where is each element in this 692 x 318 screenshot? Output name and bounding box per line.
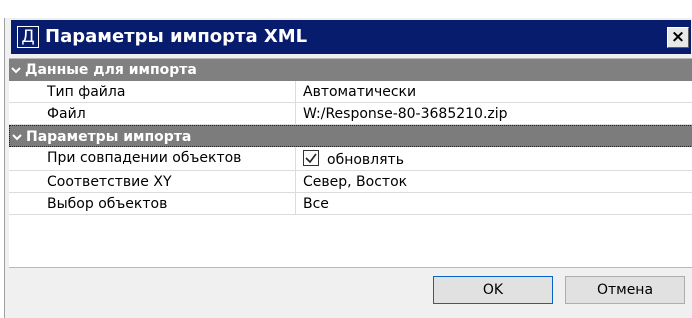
window-title: Параметры импорта XML [45, 26, 308, 47]
property-value[interactable]: Автоматически [303, 81, 416, 103]
ok-button[interactable]: OK [433, 276, 553, 304]
cancel-button[interactable]: Отмена [565, 276, 685, 304]
chevron-down-icon [12, 134, 22, 141]
section-header-import-data[interactable]: Данные для импорта [9, 59, 692, 81]
column-divider [295, 103, 296, 125]
chevron-down-icon [11, 67, 21, 74]
dialog-window: Д Параметры импорта XML × Данные для имп… [4, 18, 692, 318]
update-checkbox[interactable] [303, 150, 319, 166]
property-row-file-type[interactable]: Тип файла Автоматически [9, 81, 692, 103]
property-name: При совпадении объектов [47, 150, 242, 166]
property-name: Выбор объектов [47, 196, 168, 212]
app-icon: Д [17, 26, 39, 48]
property-value[interactable]: W:/Response-80-3685210.zip [303, 103, 508, 125]
property-name: Тип файла [47, 84, 126, 100]
property-grid: Данные для импорта Тип файла Автоматичес… [9, 58, 692, 268]
close-button[interactable]: × [667, 27, 689, 48]
column-divider [295, 147, 296, 171]
section-header-import-params[interactable]: Параметры импорта [9, 125, 692, 147]
property-row-file[interactable]: Файл W:/Response-80-3685210.zip [9, 103, 692, 125]
column-divider [295, 193, 296, 215]
column-divider [295, 171, 296, 193]
column-divider [295, 81, 296, 103]
property-name: Файл [47, 106, 86, 122]
section-title: Данные для импорта [25, 62, 197, 78]
title-bar[interactable]: Д Параметры импорта XML × [11, 20, 691, 54]
background-strip [0, 0, 692, 18]
property-name: Соответствие XY [47, 174, 172, 190]
section-title: Параметры импорта [26, 129, 192, 145]
property-row-object-selection[interactable]: Выбор объектов Все [9, 193, 692, 215]
property-row-on-match[interactable]: При совпадении объектов обновлять [9, 147, 692, 171]
checkmark-icon [305, 153, 317, 164]
property-value[interactable]: Север, Восток [303, 171, 407, 193]
property-value[interactable]: Все [303, 193, 329, 215]
close-icon: × [670, 27, 686, 47]
checkbox-label: обновлять [327, 152, 404, 168]
property-row-xy-mapping[interactable]: Соответствие XY Север, Восток [9, 171, 692, 193]
